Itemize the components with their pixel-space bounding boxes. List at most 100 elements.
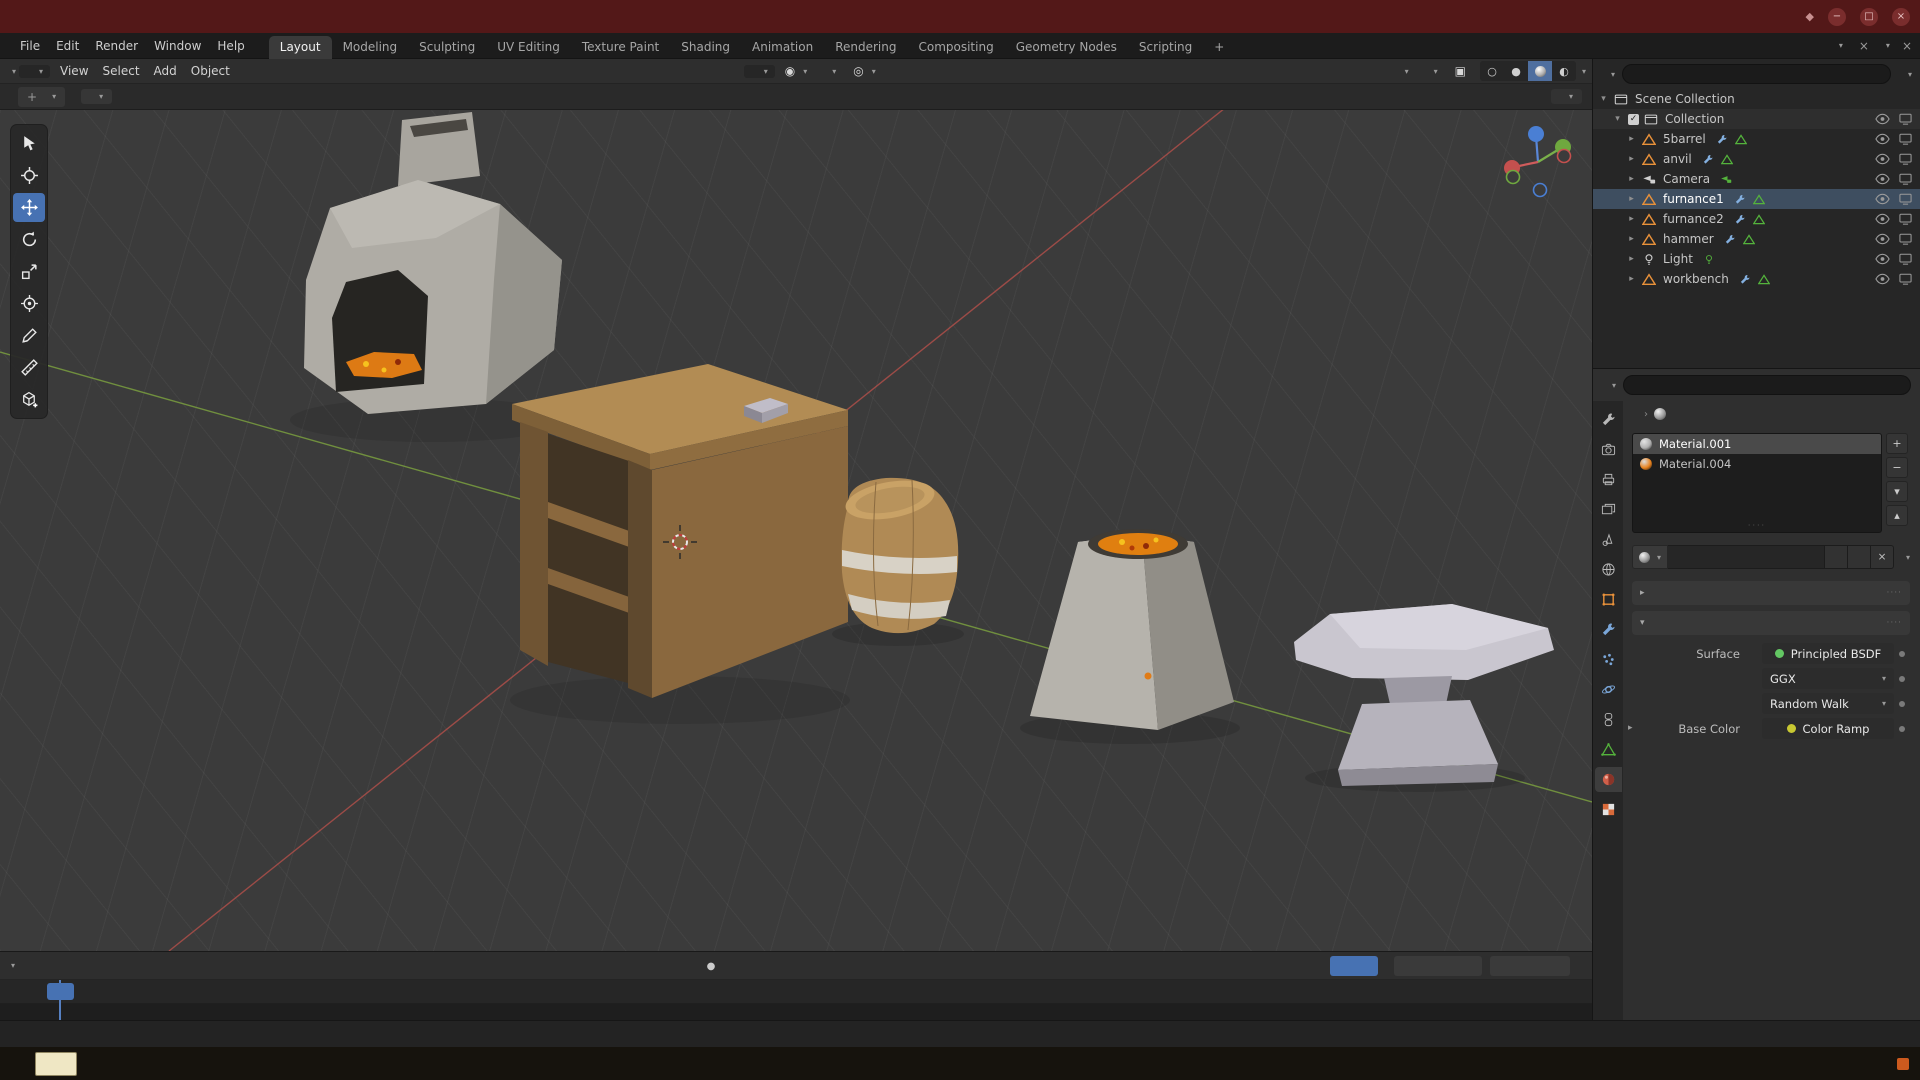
hide-in-viewport-eye-icon[interactable] (1875, 273, 1890, 285)
outliner-row-anvil[interactable]: ▸anvil (1593, 149, 1920, 169)
decorator-dot[interactable] (1894, 651, 1910, 657)
auto-keying-button[interactable]: ● (698, 956, 723, 976)
model-5barrel[interactable] (842, 474, 959, 633)
model-furnance2[interactable] (1030, 529, 1234, 730)
properties-tab-scene[interactable] (1595, 527, 1622, 552)
minimize-button[interactable]: − (1828, 8, 1846, 26)
unlink-material-button[interactable]: × (1871, 545, 1894, 569)
options-dropdown[interactable]: ▾ (1551, 89, 1582, 104)
maximize-button[interactable]: □ (1860, 8, 1878, 26)
slot-specials-button[interactable]: ▾ (1886, 481, 1908, 502)
material-slot-list[interactable]: Material.001Material.004···· (1632, 433, 1882, 533)
show-overlays-dropdown[interactable]: ▾ (1419, 65, 1445, 78)
shading-wireframe-button[interactable]: ○ (1480, 61, 1504, 81)
model-furnance1[interactable] (304, 112, 562, 414)
outliner-row-hammer[interactable]: ▸hammer (1593, 229, 1920, 249)
timeline-track[interactable] (0, 1004, 1592, 1020)
viewport-3d[interactable] (0, 110, 1592, 951)
shading-dropdown[interactable]: ▾ (1582, 67, 1586, 76)
workspace-tab-texture-paint[interactable]: Texture Paint (571, 36, 670, 59)
disable-in-viewports-icon[interactable] (1898, 153, 1913, 165)
outliner-row-furnance2[interactable]: ▸furnance2 (1593, 209, 1920, 229)
decorator-dot[interactable] (1894, 726, 1910, 732)
notes-applet[interactable] (35, 1052, 77, 1076)
workspace-tab-rendering[interactable]: Rendering (824, 36, 907, 59)
dropdown-random-walk[interactable]: Random Walk▾ (1762, 693, 1894, 714)
decorator-dot[interactable] (1894, 701, 1910, 707)
expand-icon[interactable]: ▸ (1625, 194, 1638, 204)
hide-in-viewport-eye-icon[interactable] (1875, 213, 1890, 225)
expand-icon[interactable]: ▸ (1625, 154, 1638, 164)
viewport-menu-add[interactable]: Add (147, 62, 184, 80)
hide-in-viewport-eye-icon[interactable] (1875, 253, 1890, 265)
mode-dropdown[interactable]: ▾ (19, 65, 50, 78)
workspace-tab-animation[interactable]: Animation (741, 36, 824, 59)
outliner-row-light[interactable]: ▸Light (1593, 249, 1920, 269)
hide-in-viewport-eye-icon[interactable] (1875, 173, 1890, 185)
properties-tab-object-data[interactable] (1595, 737, 1622, 762)
move-slot-up-button[interactable]: ▴ (1886, 505, 1908, 526)
orientation-dropdown[interactable]: + ▾ (18, 87, 65, 107)
viewport-menu-view[interactable]: View (53, 62, 95, 80)
properties-search-input[interactable] (1623, 375, 1911, 395)
properties-tab-modifiers[interactable] (1595, 617, 1622, 642)
cursor-tool[interactable] (13, 161, 45, 190)
disable-in-viewports-icon[interactable] (1898, 173, 1913, 185)
hide-in-viewport-eye-icon[interactable] (1875, 153, 1890, 165)
material-slot-material-001[interactable]: Material.001 (1633, 434, 1881, 454)
properties-tab-material[interactable] (1595, 767, 1622, 792)
toggle-xray-button[interactable]: ▣ (1448, 62, 1473, 80)
shading-rendered-button[interactable]: ◐ (1552, 61, 1576, 81)
outliner-row-collection[interactable]: ▾✓Collection (1593, 109, 1920, 129)
gizmo-neg-y-axis[interactable] (1507, 171, 1520, 184)
properties-tab-render[interactable] (1595, 437, 1622, 462)
properties-tab-object[interactable] (1595, 587, 1622, 612)
window-menu-icon[interactable]: ◆ (1806, 10, 1814, 23)
pan-hand-icon[interactable] (1548, 239, 1572, 263)
snapping-toggle[interactable]: ▾ (817, 65, 843, 78)
close-button[interactable]: × (1892, 8, 1910, 26)
collapse-icon[interactable]: ▾ (1597, 94, 1610, 104)
move-tool[interactable] (13, 193, 45, 222)
workspace-tab-scripting[interactable]: Scripting (1128, 36, 1203, 59)
menu-window[interactable]: Window (146, 36, 209, 56)
properties-tab-view-layer[interactable] (1595, 497, 1622, 522)
gizmo-z-axis[interactable] (1528, 126, 1544, 142)
expand-icon[interactable]: ▸ (1625, 274, 1638, 284)
workspace-tab-uv-editing[interactable]: UV Editing (486, 36, 571, 59)
add-cube-tool[interactable] (13, 385, 45, 414)
gizmo-neg-z-axis[interactable] (1534, 184, 1547, 197)
rotate-tool[interactable] (13, 225, 45, 254)
outliner-row-5barrel[interactable]: ▸5barrel (1593, 129, 1920, 149)
current-frame-field[interactable] (1330, 956, 1378, 976)
outliner-row-scene-collection[interactable]: ▾Scene Collection (1593, 89, 1920, 109)
properties-tab-constraints[interactable] (1595, 707, 1622, 732)
gizmo-neg-x-axis[interactable] (1558, 150, 1571, 163)
disable-in-viewports-icon[interactable] (1898, 133, 1913, 145)
frame-start-field[interactable] (1394, 956, 1482, 976)
orthographic-grid-icon[interactable] (1548, 305, 1572, 329)
proportional-editing-toggle[interactable]: ◎ ▾ (846, 62, 883, 80)
menu-help[interactable]: Help (209, 36, 252, 56)
button-principled-bsdf[interactable]: Principled BSDF (1762, 643, 1894, 664)
material-name-field[interactable] (1668, 545, 1825, 569)
menu-render[interactable]: Render (87, 36, 146, 56)
pivot-point-dropdown[interactable]: ◉ ▾ (778, 62, 815, 80)
properties-tab-particles[interactable] (1595, 647, 1622, 672)
button-color-ramp[interactable]: Color Ramp (1762, 718, 1894, 739)
disable-in-viewports-icon[interactable] (1898, 213, 1913, 225)
workspace-tab-layout[interactable]: Layout (269, 36, 332, 59)
surface-panel-header[interactable]: ▾ ···· (1632, 611, 1910, 635)
unlink-scene-icon[interactable]: × (1859, 39, 1869, 53)
frame-end-field[interactable] (1490, 956, 1570, 976)
resize-grip[interactable]: ···· (1633, 521, 1881, 530)
workspace-tab-compositing[interactable]: Compositing (907, 36, 1004, 59)
expand-icon[interactable]: ▸ (1628, 723, 1633, 733)
zoom-icon[interactable] (1548, 206, 1572, 230)
users-count-button[interactable] (1825, 545, 1848, 569)
titlebar[interactable]: ◆ − □ × (0, 0, 1920, 33)
show-desktop-button[interactable] (1897, 1058, 1909, 1070)
remove-slot-button[interactable]: − (1886, 457, 1908, 478)
properties-tab-tool[interactable] (1595, 407, 1622, 432)
scale-tool[interactable] (13, 257, 45, 286)
